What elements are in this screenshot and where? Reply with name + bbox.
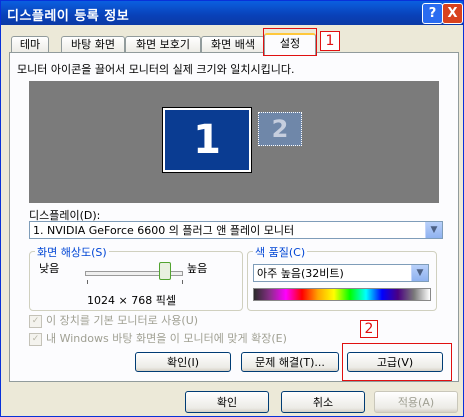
tab-appearance[interactable]: 화면 배색 bbox=[201, 36, 265, 53]
apply-button[interactable]: 적용(A) bbox=[374, 391, 458, 413]
primary-monitor-checkbox[interactable]: ✓ 이 장치를 기본 모니터로 사용(U) bbox=[29, 312, 198, 328]
display-select[interactable]: 1. NVIDIA GeForce 6600 의 플러그 앤 플레이 모니터 ▼ bbox=[29, 221, 443, 239]
resolution-high-label: 높음 bbox=[187, 262, 208, 275]
tab-screensaver[interactable]: 화면 보호기 bbox=[125, 36, 201, 53]
cancel-button[interactable]: 취소 bbox=[281, 391, 365, 413]
tab-settings[interactable]: 설정 bbox=[264, 33, 316, 55]
display-select-value: 1. NVIDIA GeForce 6600 의 플러그 앤 플레이 모니터 bbox=[33, 224, 295, 237]
identify-button[interactable]: 확인(I) bbox=[135, 352, 231, 372]
window-title: 디스플레이 등록 정보 bbox=[7, 9, 130, 24]
resolution-title: 화면 해상도(S) bbox=[35, 244, 109, 260]
annotation-marker-1: 1 bbox=[320, 31, 340, 51]
color-quality-title: 색 품질(C) bbox=[253, 244, 308, 260]
title-bar[interactable]: 디스플레이 등록 정보 ? X bbox=[1, 1, 463, 25]
extend-desktop-label: 내 Windows 바탕 화면을 이 모니터에 맞게 확장(E) bbox=[46, 332, 287, 345]
annotation-marker-2: 2 bbox=[360, 320, 378, 338]
color-quality-value: 아주 높음(32비트) bbox=[257, 267, 344, 280]
marker-2-border bbox=[360, 320, 378, 338]
highlight-box-advanced-button bbox=[342, 343, 452, 381]
resolution-low-label: 낮음 bbox=[39, 262, 60, 275]
troubleshoot-button[interactable]: 문제 해결(T)... bbox=[241, 352, 339, 372]
close-button[interactable]: X bbox=[442, 3, 463, 24]
tab-strip: 테마 바탕 화면 화면 보호기 화면 배색 설정 bbox=[1, 31, 463, 55]
chevron-down-icon[interactable]: ▼ bbox=[425, 222, 442, 238]
slider-ticks bbox=[87, 280, 183, 284]
tab-themes[interactable]: 테마 bbox=[11, 36, 49, 53]
extend-desktop-checkbox[interactable]: ✓ 내 Windows 바탕 화면을 이 모니터에 맞게 확장(E) bbox=[29, 330, 287, 346]
help-button[interactable]: ? bbox=[422, 3, 443, 24]
monitor-2-icon[interactable]: 2 bbox=[258, 112, 302, 146]
ok-button[interactable]: 확인 bbox=[185, 391, 269, 413]
resolution-value: 1024 × 768 픽셀 bbox=[87, 294, 176, 307]
checkbox-icon: ✓ bbox=[29, 314, 42, 328]
color-spectrum-bar bbox=[253, 288, 431, 301]
monitor-1-icon[interactable]: 1 bbox=[162, 107, 252, 173]
primary-monitor-label: 이 장치를 기본 모니터로 사용(U) bbox=[46, 314, 199, 327]
checkbox-icon: ✓ bbox=[29, 332, 42, 346]
display-properties-window: 디스플레이 등록 정보 ? X 테마 바탕 화면 화면 보호기 화면 배색 설정… bbox=[0, 0, 464, 417]
color-quality-select[interactable]: 아주 높음(32비트) ▼ bbox=[253, 264, 429, 282]
tab-desktop[interactable]: 바탕 화면 bbox=[61, 36, 125, 53]
resolution-slider-thumb[interactable] bbox=[159, 262, 171, 280]
chevron-down-icon[interactable]: ▼ bbox=[411, 265, 428, 281]
instruction-text: 모니터 아이콘을 끌어서 모니터의 실제 크기와 일치시킵니다. bbox=[17, 63, 295, 76]
marker-1-border bbox=[320, 31, 340, 51]
